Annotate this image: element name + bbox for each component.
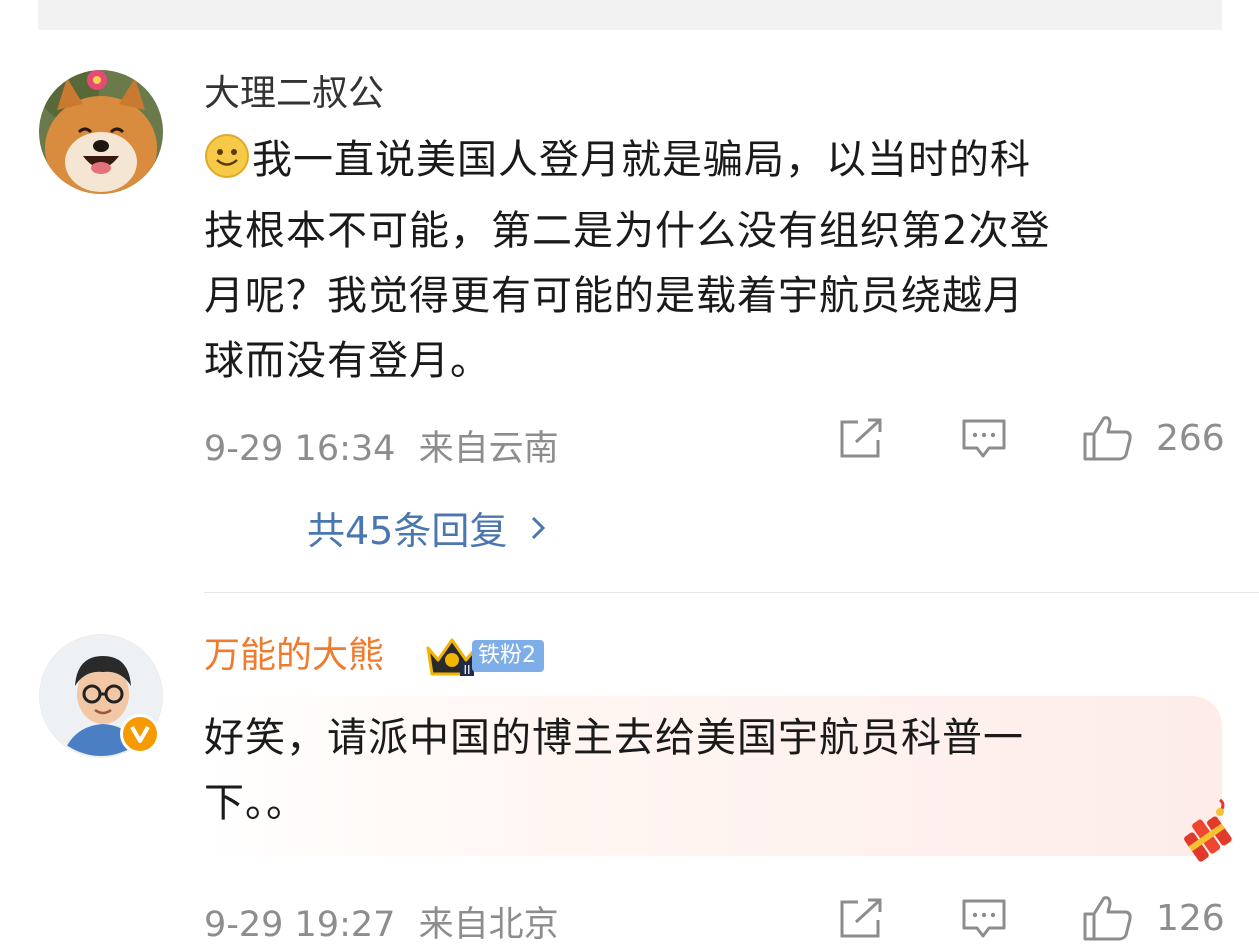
like-button[interactable]: 266 (1082, 414, 1225, 462)
comment-meta: 9-29 19:27 来自北京 (204, 896, 559, 947)
fan-badge: 铁粉2 (472, 640, 544, 672)
comment-icon (962, 419, 1006, 458)
comment-time: 9-29 19:27 (204, 905, 396, 945)
like-count: 266 (1156, 417, 1225, 459)
share-button[interactable] (838, 898, 884, 940)
comment-text: 好笑，请派中国的博主去给美国宇航员科普一 下。。 (204, 706, 1024, 836)
comment-line: 技根本不可能，第二是为什么没有组织第2次登 (204, 208, 1051, 254)
avatar[interactable] (39, 70, 163, 194)
svg-text:II: II (463, 663, 470, 677)
comment-line: 球而没有登月。 (204, 338, 491, 384)
share-icon (840, 898, 882, 938)
comment-line: 好笑，请派中国的博主去给美国宇航员科普一 (204, 715, 1024, 761)
comment-line: 下。。 (204, 780, 307, 826)
replies-label: 共45条回复 (307, 509, 508, 553)
like-count: 126 (1156, 897, 1225, 939)
comment-location: 来自北京 (418, 905, 559, 945)
top-separator-bar (38, 0, 1222, 30)
thumbs-up-icon (1083, 896, 1132, 941)
username[interactable]: 万能的大熊 (204, 634, 384, 678)
comment-button[interactable] (961, 418, 1007, 462)
comment-text: 我一直说美国人登月就是骗局，以当时的科 技根本不可能，第二是为什么没有组织第2次… (204, 128, 1050, 394)
share-icon (840, 418, 882, 458)
comment-icon (962, 899, 1006, 938)
like-button[interactable]: 126 (1082, 894, 1225, 942)
comment-meta: 9-29 16:34 来自云南 (204, 420, 559, 471)
firecracker-icon (1176, 796, 1238, 872)
comment-divider (204, 592, 1259, 593)
verified-v-icon (120, 714, 160, 754)
username[interactable]: 大理二叔公 (204, 72, 384, 116)
comment-line: 月呢？我觉得更有可能的是载着宇航员绕越月 (204, 273, 1024, 319)
comment-line: 我一直说美国人登月就是骗局，以当时的科 (252, 137, 1031, 183)
thumbs-up-icon (1083, 416, 1132, 461)
smile-emoji-icon (204, 133, 250, 199)
comment-button[interactable] (961, 898, 1007, 942)
comment-time: 9-29 16:34 (204, 429, 396, 469)
chevron-right-icon (532, 516, 546, 539)
share-button[interactable] (838, 418, 884, 460)
comment-location: 来自云南 (418, 429, 559, 469)
view-replies-link[interactable]: 共45条回复 (307, 500, 547, 555)
